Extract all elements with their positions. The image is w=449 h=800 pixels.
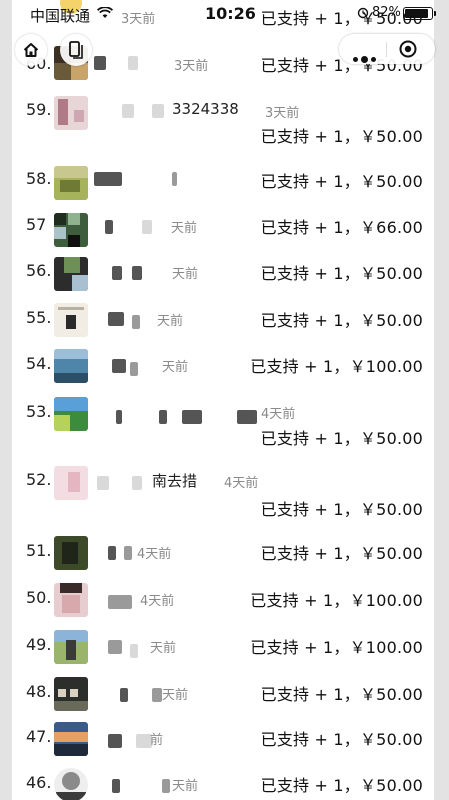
close-mini-program-icon[interactable] xyxy=(399,40,417,58)
avatar xyxy=(54,768,88,800)
supporter-name: 3324338 xyxy=(172,100,239,118)
list-item: 3天前 已支持 + 1，￥50.00 xyxy=(12,0,434,28)
support-time: 前 xyxy=(150,733,164,748)
list-item: 56. 天前 已支持 + 1，￥50.00 xyxy=(12,257,434,293)
support-amount: 已支持 + 1，￥50.00 xyxy=(260,264,423,283)
support-amount: 已支持 + 1，￥50.00 xyxy=(260,9,423,28)
list-item: 53. 4天前 已支持 + 1，￥50.00 xyxy=(12,397,434,449)
avatar xyxy=(54,397,88,431)
support-time: 天前 xyxy=(171,221,198,236)
list-item: 55. 天前 已支持 + 1，￥50.00 xyxy=(12,303,434,339)
list-item: 58. 已支持 + 1，￥50.00 xyxy=(12,164,434,200)
support-time: 天前 xyxy=(157,314,184,329)
support-time: 4天前 xyxy=(137,547,172,562)
list-item: 59. 3324338 3天前 已支持 + 1，￥50.00 xyxy=(12,92,434,152)
support-time: 天前 xyxy=(150,641,177,656)
rank-number: 59. xyxy=(26,100,52,119)
support-amount: 已支持 + 1，￥100.00 xyxy=(250,357,423,376)
rank-number: 51. xyxy=(26,541,52,560)
mini-app-button[interactable] xyxy=(60,34,92,66)
avatar xyxy=(54,257,88,291)
rank-number: 58. xyxy=(26,169,52,188)
avatar xyxy=(54,96,88,130)
avatar xyxy=(54,213,88,247)
avatar xyxy=(54,722,88,756)
avatar xyxy=(54,630,88,664)
list-item: 48. 天前 已支持 + 1，￥50.00 xyxy=(12,677,434,713)
home-icon xyxy=(23,43,39,57)
rank-number: 54. xyxy=(26,354,52,373)
rank-number: 46. xyxy=(26,773,52,792)
support-amount: 已支持 + 1，￥50.00 xyxy=(260,127,423,146)
list-item: 52. 南去措 4天前 已支持 + 1，￥50.00 xyxy=(12,466,434,522)
rank-number: 50. xyxy=(26,588,52,607)
rank-number: 49. xyxy=(26,635,52,654)
home-button[interactable] xyxy=(15,34,47,66)
rank-number: 53. xyxy=(26,402,52,421)
support-amount: 已支持 + 1，￥50.00 xyxy=(260,429,423,448)
support-amount: 已支持 + 1，￥50.00 xyxy=(260,544,423,563)
rank-number: 48. xyxy=(26,682,52,701)
avatar xyxy=(54,536,88,570)
avatar xyxy=(54,677,88,711)
list-item: 50. 4天前 已支持 + 1，￥100.00 xyxy=(12,583,434,619)
avatar xyxy=(54,349,88,383)
supporter-name: 南去措 xyxy=(152,472,198,490)
avatar xyxy=(54,303,88,337)
phone-icon xyxy=(69,41,83,59)
mini-program-capsule xyxy=(339,34,435,64)
support-time: 4天前 xyxy=(261,407,296,422)
avatar xyxy=(54,583,88,617)
support-amount: 已支持 + 1，￥50.00 xyxy=(260,730,423,749)
rank-number: 55. xyxy=(26,308,52,327)
more-menu-icon[interactable] xyxy=(353,47,379,66)
support-time: 天前 xyxy=(172,779,199,794)
support-amount: 已支持 + 1，￥66.00 xyxy=(260,218,423,237)
support-time: 天前 xyxy=(162,688,189,703)
list-item: 46. 天前 已支持 + 1，￥50.00 xyxy=(12,768,434,800)
avatar xyxy=(54,466,88,500)
support-time: 3天前 xyxy=(174,59,209,74)
avatar xyxy=(60,0,82,14)
avatar xyxy=(54,166,88,200)
support-amount: 已支持 + 1，￥50.00 xyxy=(260,311,423,330)
support-amount: 已支持 + 1，￥50.00 xyxy=(260,172,423,191)
list-item: 54. 天前 已支持 + 1，￥100.00 xyxy=(12,349,434,385)
list-item: 51. 4天前 已支持 + 1，￥50.00 xyxy=(12,536,434,572)
support-time: 天前 xyxy=(172,267,199,282)
rank-number: 52. xyxy=(26,470,52,489)
support-amount: 已支持 + 1，￥100.00 xyxy=(250,591,423,610)
list-item: 49. 天前 已支持 + 1，￥100.00 xyxy=(12,630,434,666)
support-amount: 已支持 + 1，￥100.00 xyxy=(250,638,423,657)
support-time: 4天前 xyxy=(140,594,175,609)
support-time: 3天前 xyxy=(121,12,156,27)
rank-number: 47. xyxy=(26,727,52,746)
support-amount: 已支持 + 1，￥50.00 xyxy=(260,685,423,704)
rank-number: 56. xyxy=(26,261,52,280)
list-item: 57 天前 已支持 + 1，￥66.00 xyxy=(12,211,434,247)
supporter-list: 3天前 已支持 + 1，￥50.00 60. 3天前 已支持 + 1，￥50.0… xyxy=(12,0,434,800)
support-time: 3天前 xyxy=(265,106,300,121)
support-time: 4天前 xyxy=(224,476,259,491)
list-item: 47. 前 已支持 + 1，￥50.00 xyxy=(12,722,434,758)
support-amount: 已支持 + 1，￥50.00 xyxy=(260,776,423,795)
support-time: 天前 xyxy=(162,360,189,375)
rank-number: 57 xyxy=(26,215,47,234)
support-amount: 已支持 + 1，￥50.00 xyxy=(260,500,423,519)
